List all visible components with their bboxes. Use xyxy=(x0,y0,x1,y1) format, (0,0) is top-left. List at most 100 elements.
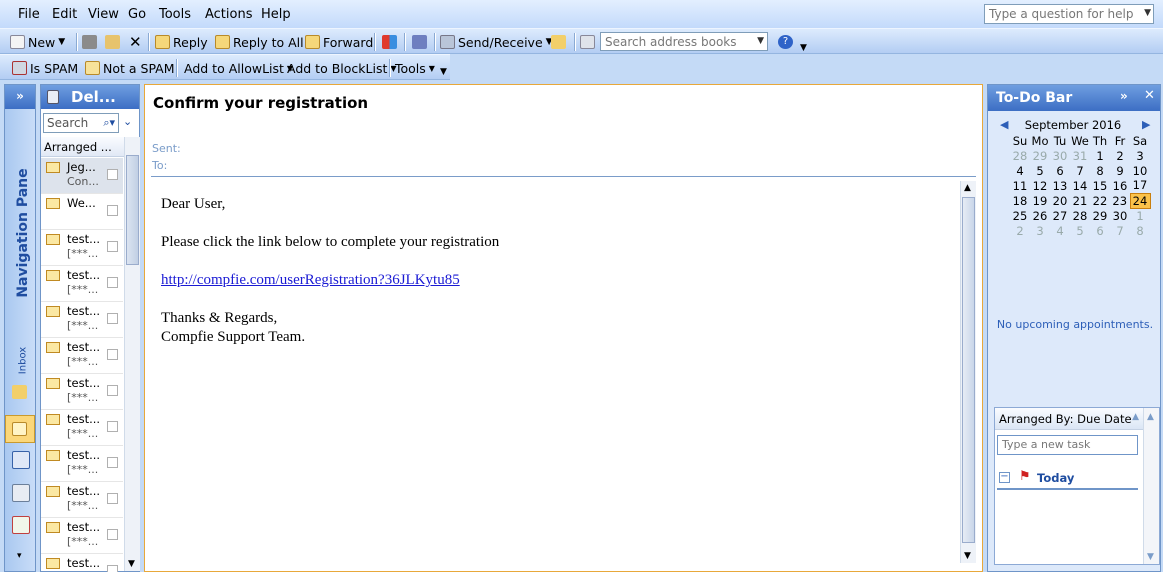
calendar-day[interactable]: 29 xyxy=(1030,148,1050,163)
calendar-day[interactable]: 7 xyxy=(1070,163,1090,178)
calendar-day[interactable]: 1 xyxy=(1090,148,1110,163)
calendar-day[interactable]: 15 xyxy=(1090,178,1110,193)
reading-pane-scrollbar[interactable]: ▲ ▼ xyxy=(960,181,976,563)
add-to-allowlist-button[interactable]: Add to AllowList ▼ xyxy=(184,59,293,77)
collapse-icon[interactable]: − xyxy=(999,472,1010,483)
list-item[interactable]: test... xyxy=(41,554,123,572)
calendar-day[interactable]: 6 xyxy=(1090,223,1110,238)
search-input[interactable]: Search ⌕▾ xyxy=(43,113,119,133)
not-spam-button[interactable]: Not a SPAM xyxy=(85,59,175,77)
expand-icon[interactable]: » xyxy=(5,85,35,109)
scroll-thumb[interactable] xyxy=(126,155,139,265)
flag-checkbox[interactable] xyxy=(107,457,118,468)
calendar-day[interactable]: 14 xyxy=(1070,178,1090,193)
flag-checkbox[interactable] xyxy=(107,493,118,504)
calendar-day[interactable]: 29 xyxy=(1090,208,1110,223)
list-item[interactable]: We... xyxy=(41,194,123,230)
calendar-day[interactable]: 30 xyxy=(1050,148,1070,163)
new-task-input[interactable]: Type a new task xyxy=(997,435,1138,455)
calendar-day[interactable]: 19 xyxy=(1030,193,1050,208)
list-item[interactable]: Jeg... Con... xyxy=(41,158,123,194)
help-search-input[interactable]: Type a question for help ▼ xyxy=(984,4,1154,24)
calendar-day[interactable]: 10 xyxy=(1130,163,1150,178)
spam-tools-button[interactable]: Tools ▼ xyxy=(395,59,435,77)
calendar-day[interactable]: 5 xyxy=(1030,163,1050,178)
next-month-icon[interactable]: ▶ xyxy=(1142,118,1150,131)
configure-buttons-icon[interactable]: ▾ xyxy=(17,551,22,561)
flag-checkbox[interactable] xyxy=(107,169,118,180)
scroll-up-icon[interactable]: ▲ xyxy=(1147,412,1154,422)
flag-checkbox[interactable] xyxy=(107,385,118,396)
scroll-up-icon[interactable]: ▲ xyxy=(964,183,971,193)
send-receive-button[interactable]: Send/Receive ▼ xyxy=(440,33,553,51)
print-button[interactable] xyxy=(82,33,97,51)
calendar-day[interactable]: 2 xyxy=(1010,223,1030,238)
flag-checkbox[interactable] xyxy=(107,277,118,288)
calendar-day[interactable]: 21 xyxy=(1070,193,1090,208)
calendar-day[interactable]: 6 xyxy=(1050,163,1070,178)
prev-month-icon[interactable]: ◀ xyxy=(1000,118,1008,131)
search-address-books-input[interactable]: Search address books ▼ xyxy=(600,32,768,51)
calendar-day[interactable]: 17 xyxy=(1130,178,1150,193)
move-button[interactable] xyxy=(105,33,120,51)
close-icon[interactable]: ✕ xyxy=(1144,88,1155,103)
calendar-day[interactable]: 2 xyxy=(1110,148,1130,163)
search-icon[interactable]: ⌕▾ xyxy=(103,116,115,130)
flag-checkbox[interactable] xyxy=(107,565,118,572)
calendar-day[interactable]: 26 xyxy=(1030,208,1050,223)
categorize-button[interactable] xyxy=(382,33,397,51)
calendar-day[interactable]: 3 xyxy=(1030,223,1050,238)
forward-button[interactable]: Forward xyxy=(305,33,373,51)
reply-all-button[interactable]: Reply to All xyxy=(215,33,304,51)
toolbar-options-icon[interactable]: ▼ xyxy=(800,43,807,53)
inbox-label[interactable]: Inbox xyxy=(18,331,29,391)
scroll-down-icon[interactable]: ▼ xyxy=(1147,552,1154,562)
list-item[interactable]: test... [***... xyxy=(41,266,123,302)
inbox-icon[interactable] xyxy=(12,385,27,399)
list-item[interactable]: test... [***... xyxy=(41,410,123,446)
scroll-down-icon[interactable]: ▼ xyxy=(128,559,135,569)
list-item[interactable]: test... [***... xyxy=(41,518,123,554)
calendar-day[interactable]: 4 xyxy=(1010,163,1030,178)
is-spam-button[interactable]: Is SPAM xyxy=(12,59,78,77)
expand-search-icon[interactable]: ⌄ xyxy=(123,115,132,128)
calendar-day[interactable]: 28 xyxy=(1070,208,1090,223)
today-group[interactable]: − ⚑ Today xyxy=(997,468,1138,490)
contacts-icon[interactable] xyxy=(12,484,30,502)
reply-button[interactable]: Reply xyxy=(155,33,208,51)
address-book-button[interactable] xyxy=(551,33,566,51)
list-item[interactable]: test... [***... xyxy=(41,374,123,410)
calendar-day[interactable]: 13 xyxy=(1050,178,1070,193)
calendar-day[interactable]: 18 xyxy=(1010,193,1030,208)
scroll-down-icon[interactable]: ▼ xyxy=(964,551,971,561)
menu-view[interactable]: View xyxy=(88,7,119,22)
menu-file[interactable]: File xyxy=(18,7,40,22)
calendar-day[interactable]: 28 xyxy=(1010,148,1030,163)
scroll-thumb[interactable] xyxy=(962,197,975,543)
calendar-day[interactable]: 23 xyxy=(1110,193,1130,208)
calendar-day[interactable]: 9 xyxy=(1110,163,1130,178)
dropdown-arrow-icon[interactable]: ▼ xyxy=(757,36,764,46)
tasks-icon[interactable] xyxy=(12,516,30,534)
calendar-day[interactable]: 20 xyxy=(1050,193,1070,208)
menu-go[interactable]: Go xyxy=(128,7,146,22)
calendar-day[interactable]: 27 xyxy=(1050,208,1070,223)
calendar-day[interactable]: 3 xyxy=(1130,148,1150,163)
calendar-day[interactable]: 11 xyxy=(1010,178,1030,193)
calendar-day[interactable]: 31 xyxy=(1070,148,1090,163)
calendar-day[interactable]: 1 xyxy=(1130,208,1150,223)
message-list-scrollbar[interactable]: ▼ xyxy=(124,137,140,571)
navigation-pane-label[interactable]: Navigation Pane xyxy=(15,163,31,303)
arranged-by-header[interactable]: Arranged ... xyxy=(41,137,125,157)
menu-actions[interactable]: Actions xyxy=(205,7,253,22)
flag-checkbox[interactable] xyxy=(107,313,118,324)
calendar-day[interactable]: 22 xyxy=(1090,193,1110,208)
help-button[interactable]: ? xyxy=(778,33,793,51)
flag-checkbox[interactable] xyxy=(107,529,118,540)
calendar-day[interactable]: 16 xyxy=(1110,178,1130,193)
sort-icon[interactable]: ▲ xyxy=(1132,412,1139,422)
calendar-day[interactable]: 8 xyxy=(1130,223,1150,238)
calendar-icon[interactable] xyxy=(12,451,30,469)
follow-up-button[interactable] xyxy=(412,33,427,51)
dropdown-arrow-icon[interactable]: ▼ xyxy=(1144,8,1151,18)
